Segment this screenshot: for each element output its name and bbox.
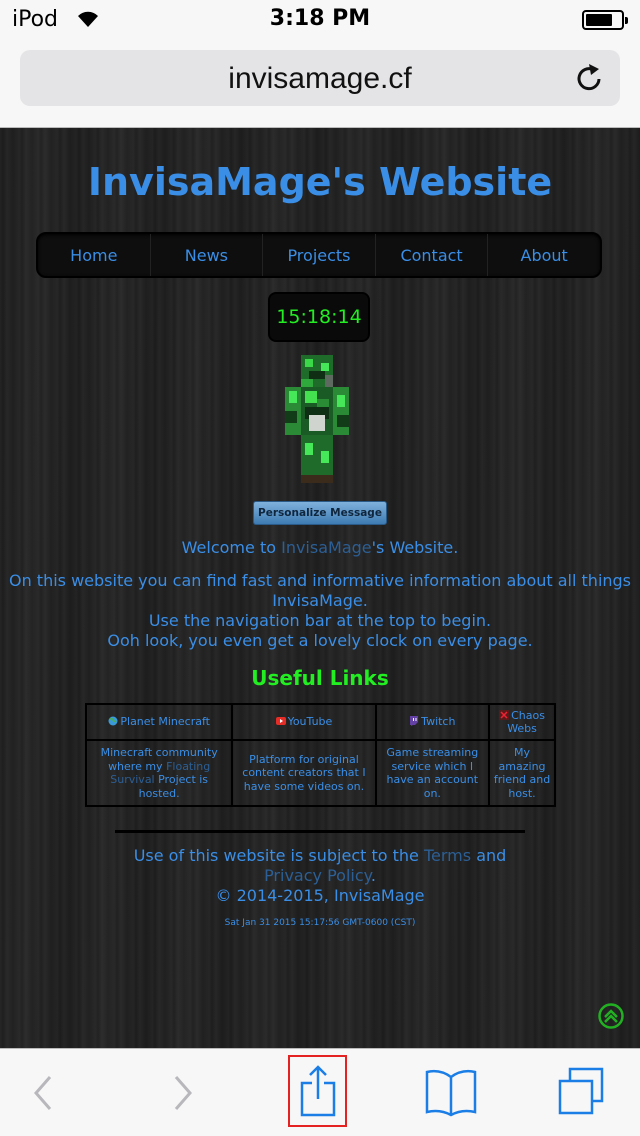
info-line: Ooh look, you even get a lovely clock on…: [107, 631, 533, 650]
safari-toolbar: [0, 1048, 640, 1136]
nav-projects[interactable]: Projects: [263, 234, 376, 276]
useful-links-table: Planet Minecraft YouTube Twitch Chaos We…: [84, 703, 556, 807]
terms-link[interactable]: Terms: [424, 846, 471, 865]
info-paragraph: On this website you can find fast and in…: [0, 571, 640, 651]
link-name[interactable]: Chaos Webs: [507, 709, 545, 736]
forward-arrow-icon[interactable]: [170, 1073, 196, 1113]
nav-bar: Home News Projects Contact About: [36, 232, 602, 278]
youtube-icon: [275, 717, 286, 726]
copyright: © 2014-2015, InvisaMage: [215, 886, 425, 905]
nav-news[interactable]: News: [151, 234, 264, 276]
welcome-text: Welcome to InvisaMage's Website.: [0, 538, 640, 557]
link-name[interactable]: Twitch: [421, 715, 455, 728]
footer-text: .: [370, 866, 376, 885]
tabs-icon[interactable]: [556, 1065, 608, 1117]
footer-text: and: [471, 846, 507, 865]
nav-about[interactable]: About: [488, 234, 600, 276]
scroll-to-top-icon[interactable]: [598, 1003, 624, 1029]
page-timestamp: Sat Jan 31 2015 15:17:56 GMT-0600 (CST): [224, 918, 416, 928]
web-page: InvisaMage's Website Home News Projects …: [0, 128, 640, 1048]
address-bar-container: invisamage.cf: [0, 40, 640, 128]
info-line: On this website you can find fast and in…: [8, 571, 632, 590]
nav-home[interactable]: Home: [38, 234, 151, 276]
footer-terms-line: Use of this website is subject to the Te…: [0, 846, 640, 866]
personalize-message-button[interactable]: Personalize Message: [253, 501, 387, 525]
link-name[interactable]: Planet Minecraft: [120, 715, 210, 728]
info-line: InvisaMage.: [272, 591, 368, 610]
footer-privacy-line: Privacy Policy.: [0, 866, 640, 886]
reload-icon[interactable]: [574, 62, 606, 94]
info-line: Use the navigation bar at the top to beg…: [148, 611, 492, 630]
site-title: InvisaMage's Website: [87, 160, 553, 204]
link-chaos-webs[interactable]: Chaos Webs: [488, 703, 556, 741]
privacy-policy-link[interactable]: Privacy Policy: [264, 866, 371, 885]
share-icon[interactable]: [298, 1063, 338, 1119]
url-text[interactable]: invisamage.cf: [20, 62, 620, 96]
link-twitch[interactable]: Twitch: [374, 703, 491, 741]
status-time: 3:18 PM: [269, 6, 371, 31]
back-arrow-icon[interactable]: [30, 1073, 56, 1113]
link-name[interactable]: YouTube: [288, 715, 333, 728]
link-description: Game streaming service which I have an a…: [374, 739, 491, 807]
link-description: Minecraft community where my Floating Su…: [84, 739, 234, 807]
link-description: My amazing friend and host.: [488, 739, 556, 807]
twitch-icon: [410, 716, 419, 727]
link-planet-minecraft[interactable]: Planet Minecraft: [84, 703, 234, 741]
welcome-pre: Welcome to: [181, 538, 282, 557]
link-description: Platform for original content creators t…: [231, 739, 377, 807]
link-youtube[interactable]: YouTube: [231, 703, 377, 741]
clock: 15:18:14: [268, 292, 370, 342]
nav-contact[interactable]: Contact: [376, 234, 489, 276]
battery-icon: [582, 10, 628, 30]
minecraft-skin-image: [285, 355, 349, 483]
globe-icon: [108, 716, 118, 726]
address-bar[interactable]: invisamage.cf: [20, 50, 620, 106]
status-bar: iPod 3:18 PM: [0, 0, 640, 40]
welcome-invisamage-link[interactable]: InvisaMage: [281, 538, 372, 557]
bookmarks-icon[interactable]: [424, 1067, 478, 1117]
footer: Use of this website is subject to the Te…: [0, 846, 640, 906]
useful-links-heading: Useful Links: [251, 666, 389, 690]
footer-text: Use of this website is subject to the: [133, 846, 424, 865]
footer-divider: [115, 830, 525, 833]
welcome-post: 's Website.: [371, 538, 459, 557]
chaos-webs-icon: [499, 709, 510, 720]
